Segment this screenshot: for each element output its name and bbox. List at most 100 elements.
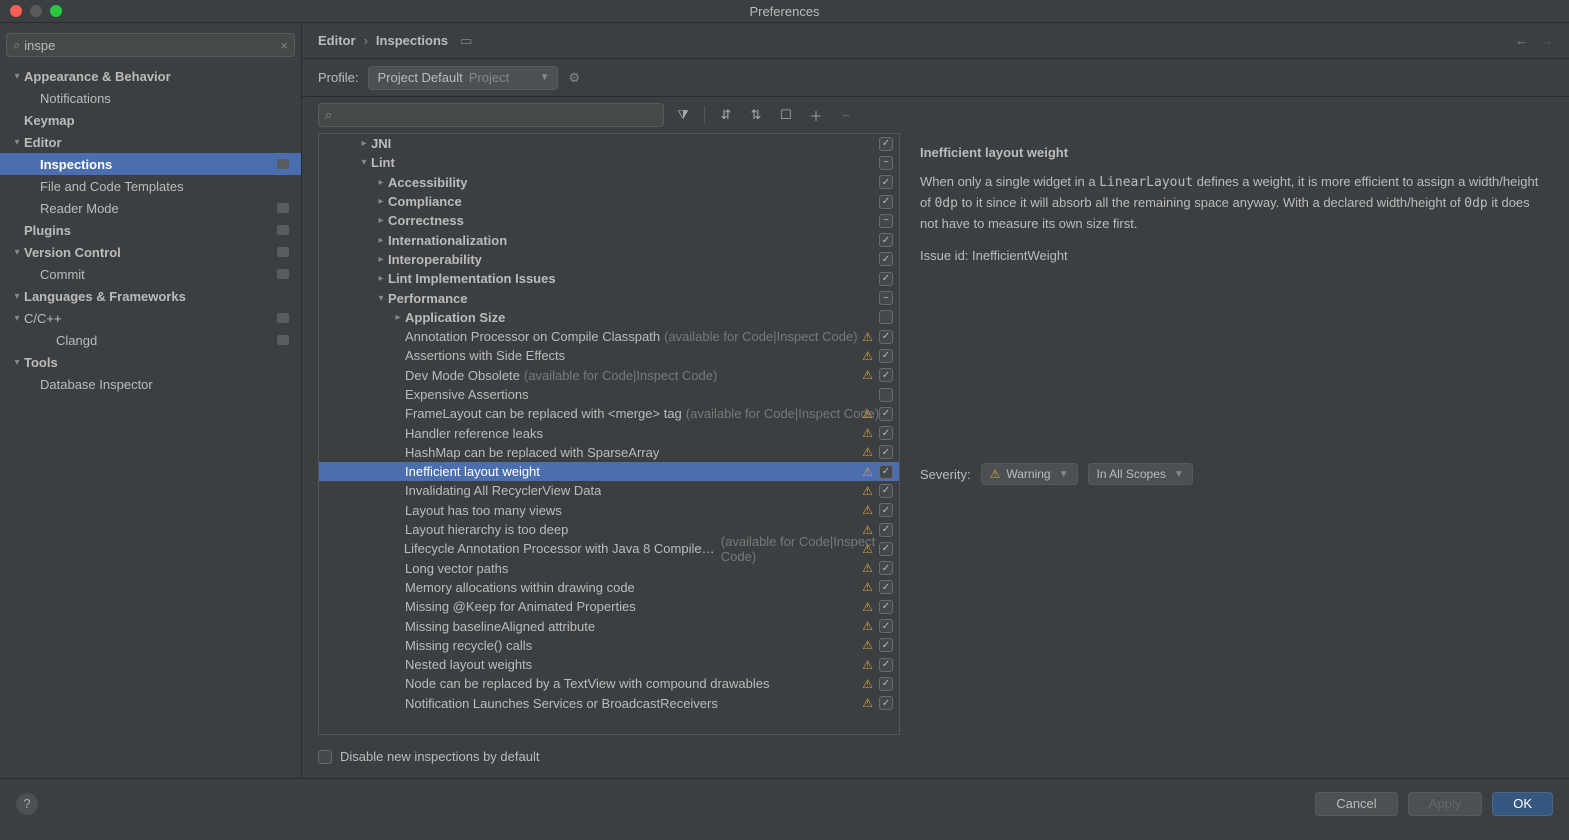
inspection-checkbox[interactable] (879, 195, 893, 209)
inspection-checkbox[interactable] (879, 696, 893, 710)
inspection-checkbox[interactable] (879, 445, 893, 459)
inspection-checkbox[interactable] (879, 388, 893, 402)
inspection-row[interactable]: Missing recycle() calls⚠ (319, 636, 899, 655)
inspection-checkbox[interactable] (879, 252, 893, 266)
inspection-row[interactable]: ▸Internationalization (319, 230, 899, 249)
sidebar-item-keymap[interactable]: Keymap (0, 109, 301, 131)
nav-forward-icon[interactable]: → (1540, 33, 1553, 48)
inspection-row[interactable]: ▸Application Size (319, 308, 899, 327)
nav-back-icon[interactable]: ← (1515, 33, 1528, 48)
inspection-row[interactable]: Memory allocations within drawing code⚠ (319, 578, 899, 597)
gear-icon[interactable]: ⚙ (568, 70, 580, 86)
inspection-checkbox[interactable] (879, 677, 893, 691)
inspection-checkbox[interactable] (879, 349, 893, 363)
inspection-row[interactable]: Missing baselineAligned attribute⚠ (319, 616, 899, 635)
collapse-all-icon[interactable]: ⇅ (745, 104, 767, 126)
inspection-row[interactable]: Layout has too many views⚠ (319, 501, 899, 520)
inspection-checkbox[interactable] (879, 619, 893, 633)
inspection-checkbox[interactable] (879, 272, 893, 286)
inspection-checkbox[interactable] (879, 484, 893, 498)
remove-icon[interactable]: − (835, 104, 857, 126)
filter-icon[interactable]: ⧩ (672, 104, 694, 126)
expand-all-icon[interactable]: ⇵ (715, 104, 737, 126)
inspection-row[interactable]: Missing @Keep for Animated Properties⚠ (319, 597, 899, 616)
inspection-checkbox[interactable] (879, 561, 893, 575)
inspection-row[interactable]: ▸Lint Implementation Issues (319, 269, 899, 288)
inspection-checkbox[interactable] (879, 233, 893, 247)
sidebar-item-languages-frameworks[interactable]: ▾Languages & Frameworks (0, 285, 301, 307)
disable-new-inspections-checkbox[interactable]: Disable new inspections by default (318, 749, 539, 764)
sidebar-item-file-and-code-templates[interactable]: File and Code Templates (0, 175, 301, 197)
inspection-row[interactable]: ▸JNI (319, 134, 899, 153)
inspection-row[interactable]: ▾Performance (319, 288, 899, 307)
inspection-checkbox[interactable] (879, 175, 893, 189)
sidebar-search[interactable]: ⌕ × (6, 33, 295, 57)
inspection-checkbox[interactable] (879, 156, 893, 170)
sidebar-item-inspections[interactable]: Inspections (0, 153, 301, 175)
inspection-row[interactable]: Invalidating All RecyclerView Data⚠ (319, 481, 899, 500)
inspection-row[interactable]: HashMap can be replaced with SparseArray… (319, 443, 899, 462)
inspection-checkbox[interactable] (879, 407, 893, 421)
sidebar-item-database-inspector[interactable]: Database Inspector (0, 373, 301, 395)
sidebar-search-input[interactable] (24, 38, 280, 53)
inspection-checkbox[interactable] (879, 600, 893, 614)
inspection-search-input[interactable] (336, 108, 657, 123)
inspection-row[interactable]: ▸Compliance (319, 192, 899, 211)
inspection-row[interactable]: Expensive Assertions (319, 385, 899, 404)
inspection-checkbox[interactable] (879, 310, 893, 324)
inspection-checkbox[interactable] (879, 330, 893, 344)
sidebar-item-version-control[interactable]: ▾Version Control (0, 241, 301, 263)
inspection-checkbox[interactable] (879, 542, 893, 556)
sidebar-item-clangd[interactable]: Clangd (0, 329, 301, 351)
inspection-row[interactable]: Dev Mode Obsolete(available for Code|Ins… (319, 366, 899, 385)
inspection-checkbox[interactable] (879, 638, 893, 652)
sidebar-item-appearance-behavior[interactable]: ▾Appearance & Behavior (0, 65, 301, 87)
sidebar-item-reader-mode[interactable]: Reader Mode (0, 197, 301, 219)
inspection-checkbox[interactable] (879, 291, 893, 305)
minimize-window-button[interactable] (30, 5, 42, 17)
inspection-row[interactable]: ▸Accessibility (319, 173, 899, 192)
sidebar-item-plugins[interactable]: Plugins (0, 219, 301, 241)
inspection-checkbox[interactable] (879, 368, 893, 382)
reset-icon[interactable]: ☐ (775, 104, 797, 126)
sidebar-item-c-c-[interactable]: ▾C/C++ (0, 307, 301, 329)
inspection-checkbox[interactable] (879, 426, 893, 440)
inspection-row[interactable]: ▸Correctness (319, 211, 899, 230)
inspection-checkbox[interactable] (879, 137, 893, 151)
inspection-row[interactable]: Lifecycle Annotation Processor with Java… (319, 539, 899, 558)
inspection-tree[interactable]: ▸JNI▾Lint▸Accessibility▸Compliance▸Corre… (318, 133, 900, 735)
inspection-row[interactable]: ▸Interoperability (319, 250, 899, 269)
inspection-row[interactable]: Notification Launches Services or Broadc… (319, 694, 899, 713)
inspection-row[interactable]: Nested layout weights⚠ (319, 655, 899, 674)
severity-dropdown[interactable]: ⚠ Warning ▼ (981, 463, 1078, 485)
profile-dropdown[interactable]: Project Default Project ▼ (368, 66, 558, 90)
inspection-checkbox[interactable] (879, 503, 893, 517)
sidebar-item-tools[interactable]: ▾Tools (0, 351, 301, 373)
inspection-row[interactable]: Annotation Processor on Compile Classpat… (319, 327, 899, 346)
inspection-row[interactable]: ▾Lint (319, 153, 899, 172)
cancel-button[interactable]: Cancel (1315, 792, 1397, 816)
inspection-row[interactable]: Inefficient layout weight⚠ (319, 462, 899, 481)
apply-button[interactable]: Apply (1408, 792, 1483, 816)
inspection-row[interactable]: Handler reference leaks⚠ (319, 423, 899, 442)
sidebar-item-commit[interactable]: Commit (0, 263, 301, 285)
inspection-checkbox[interactable] (879, 658, 893, 672)
help-button[interactable]: ? (16, 793, 38, 815)
inspection-checkbox[interactable] (879, 214, 893, 228)
inspection-row[interactable]: Node can be replaced by a TextView with … (319, 674, 899, 693)
breadcrumb-parent[interactable]: Editor (318, 33, 356, 48)
maximize-window-button[interactable] (50, 5, 62, 17)
scope-dropdown[interactable]: In All Scopes ▼ (1088, 463, 1193, 485)
inspection-checkbox[interactable] (879, 580, 893, 594)
close-window-button[interactable] (10, 5, 22, 17)
inspection-row[interactable]: Long vector paths⚠ (319, 559, 899, 578)
ok-button[interactable]: OK (1492, 792, 1553, 816)
sidebar-item-editor[interactable]: ▾Editor (0, 131, 301, 153)
sidebar-item-notifications[interactable]: Notifications (0, 87, 301, 109)
add-icon[interactable]: ＋ (805, 104, 827, 126)
inspection-row[interactable]: FrameLayout can be replaced with <merge>… (319, 404, 899, 423)
clear-search-icon[interactable]: × (280, 38, 288, 53)
inspection-checkbox[interactable] (879, 465, 893, 479)
inspection-row[interactable]: Assertions with Side Effects⚠ (319, 346, 899, 365)
inspection-search[interactable]: ⌕ (318, 103, 664, 127)
